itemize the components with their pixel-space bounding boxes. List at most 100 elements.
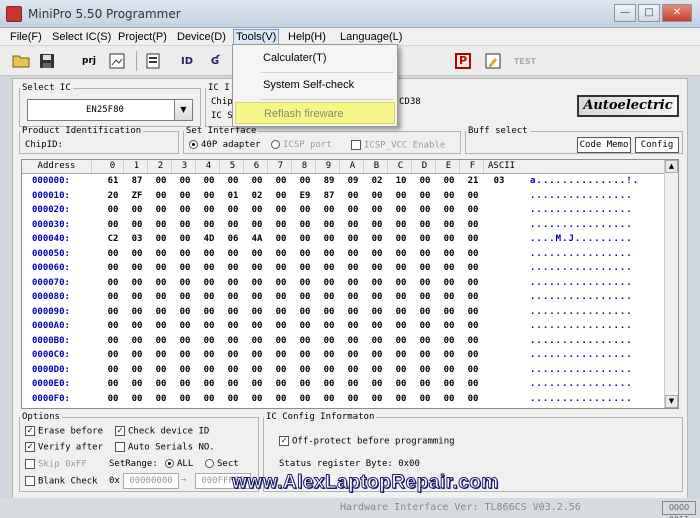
- hex-byte[interactable]: 00: [150, 234, 172, 244]
- hex-byte[interactable]: 00: [270, 249, 292, 259]
- hex-byte[interactable]: 00: [342, 234, 364, 244]
- hex-byte[interactable]: 00: [366, 205, 388, 215]
- radio-sect[interactable]: Sect: [205, 459, 239, 469]
- hex-byte[interactable]: 00: [414, 307, 436, 317]
- hex-byte[interactable]: 00: [198, 307, 220, 317]
- hex-byte[interactable]: 00: [222, 292, 244, 302]
- hex-byte[interactable]: 00: [438, 336, 460, 346]
- hex-byte[interactable]: 00: [462, 336, 484, 346]
- hex-byte[interactable]: 00: [414, 350, 436, 360]
- hex-byte[interactable]: 00: [150, 394, 172, 404]
- hex-byte[interactable]: 00: [150, 249, 172, 259]
- hex-byte[interactable]: 00: [342, 379, 364, 389]
- skip-0xff-checkbox[interactable]: Skip 0xFF: [25, 459, 87, 470]
- hex-byte[interactable]: 00: [102, 263, 124, 273]
- hex-byte[interactable]: 00: [390, 278, 412, 288]
- hex-byte[interactable]: 03: [126, 234, 148, 244]
- hex-byte[interactable]: ZF: [126, 191, 148, 201]
- hex-byte[interactable]: 00: [366, 336, 388, 346]
- radio-icsp-port[interactable]: ICSP port: [271, 140, 332, 150]
- test-icon[interactable]: TEST: [512, 51, 538, 71]
- hex-byte[interactable]: 10: [390, 176, 412, 186]
- hex-byte[interactable]: C2: [102, 234, 124, 244]
- hex-byte[interactable]: 00: [270, 321, 292, 331]
- hex-byte[interactable]: 00: [342, 205, 364, 215]
- hex-byte[interactable]: 00: [198, 191, 220, 201]
- hex-byte[interactable]: 61: [102, 176, 124, 186]
- blank-check-checkbox[interactable]: Blank Check: [25, 476, 98, 487]
- hex-byte[interactable]: 00: [462, 278, 484, 288]
- hex-byte[interactable]: 00: [126, 379, 148, 389]
- hex-byte[interactable]: 00: [366, 220, 388, 230]
- save-project-icon[interactable]: [106, 51, 128, 71]
- hex-byte[interactable]: 00: [318, 220, 340, 230]
- code-memo-button[interactable]: Code Memo: [577, 137, 631, 153]
- erase-before-checkbox[interactable]: ✓ Erase before: [25, 426, 103, 437]
- hex-byte[interactable]: 00: [102, 205, 124, 215]
- menu-item-reflash-fireware[interactable]: Reflash fireware: [235, 102, 395, 124]
- hex-byte[interactable]: 00: [342, 307, 364, 317]
- hex-byte[interactable]: 00: [414, 234, 436, 244]
- hex-byte[interactable]: 00: [438, 234, 460, 244]
- hex-byte[interactable]: 00: [150, 292, 172, 302]
- hex-byte[interactable]: 00: [150, 176, 172, 186]
- hex-byte[interactable]: 21: [462, 176, 484, 186]
- scroll-up-icon[interactable]: ▲: [665, 160, 678, 173]
- hex-byte[interactable]: 00: [438, 263, 460, 273]
- hex-byte[interactable]: 00: [342, 321, 364, 331]
- hex-byte[interactable]: 00: [102, 394, 124, 404]
- hex-byte[interactable]: 00: [366, 278, 388, 288]
- hex-byte[interactable]: 00: [294, 220, 316, 230]
- hex-byte[interactable]: 00: [366, 234, 388, 244]
- hex-byte[interactable]: 00: [222, 379, 244, 389]
- hex-row[interactable]: 000070: 00 00 00 00 00 00 00 00 00 00 00 00 00 00 00 00.…: [22, 277, 678, 292]
- hex-byte[interactable]: 00: [390, 249, 412, 259]
- program-icon[interactable]: P: [452, 51, 474, 71]
- hex-byte[interactable]: 00: [270, 263, 292, 273]
- hex-byte[interactable]: 00: [150, 205, 172, 215]
- hex-byte[interactable]: 00: [390, 336, 412, 346]
- hex-byte[interactable]: 00: [390, 292, 412, 302]
- hex-byte[interactable]: 00: [126, 292, 148, 302]
- hex-byte[interactable]: 00: [150, 191, 172, 201]
- hex-byte[interactable]: 00: [102, 220, 124, 230]
- menu-device[interactable]: Device(D): [175, 29, 228, 45]
- hex-row[interactable]: 000060: 00 00 00 00 00 00 00 00 00 00 00 00 00 00 00 00.…: [22, 262, 678, 277]
- hex-byte[interactable]: 00: [390, 350, 412, 360]
- hex-byte[interactable]: 00: [294, 350, 316, 360]
- hex-byte[interactable]: 00: [390, 220, 412, 230]
- hex-byte[interactable]: 00: [390, 263, 412, 273]
- hex-byte[interactable]: 00: [198, 205, 220, 215]
- hex-byte[interactable]: 00: [222, 278, 244, 288]
- hex-byte[interactable]: 00: [198, 278, 220, 288]
- hex-byte[interactable]: 00: [102, 249, 124, 259]
- hex-byte[interactable]: 00: [366, 365, 388, 375]
- hex-byte[interactable]: 00: [270, 336, 292, 346]
- hex-byte[interactable]: 00: [102, 350, 124, 360]
- hex-byte[interactable]: 00: [462, 191, 484, 201]
- hex-byte[interactable]: 00: [174, 191, 196, 201]
- hex-byte[interactable]: 00: [246, 176, 268, 186]
- hex-byte[interactable]: 00: [294, 379, 316, 389]
- hex-byte[interactable]: 00: [366, 394, 388, 404]
- hex-byte[interactable]: 00: [318, 394, 340, 404]
- verify-after-checkbox[interactable]: ✓ Verify after: [25, 442, 103, 453]
- hex-byte[interactable]: 00: [270, 191, 292, 201]
- checkbox-icsp-vcc[interactable]: ICSP_VCC Enable: [351, 140, 445, 151]
- hex-byte[interactable]: 00: [270, 394, 292, 404]
- hex-byte[interactable]: 00: [318, 350, 340, 360]
- hex-byte[interactable]: 00: [246, 278, 268, 288]
- off-protect-checkbox[interactable]: ✓ Off-protect before programming: [279, 436, 455, 447]
- hex-byte[interactable]: 00: [390, 234, 412, 244]
- hex-byte[interactable]: 00: [126, 263, 148, 273]
- hex-byte[interactable]: 00: [462, 234, 484, 244]
- hex-byte[interactable]: 00: [246, 379, 268, 389]
- hex-byte[interactable]: 00: [438, 278, 460, 288]
- hex-row[interactable]: 0000C0: 00 00 00 00 00 00 00 00 00 00 00 00 00 00 00 00.…: [22, 349, 678, 364]
- hex-byte[interactable]: 00: [102, 336, 124, 346]
- hex-byte[interactable]: 00: [126, 205, 148, 215]
- hex-byte[interactable]: 00: [318, 205, 340, 215]
- hex-byte[interactable]: 00: [462, 220, 484, 230]
- hex-byte[interactable]: 00: [150, 336, 172, 346]
- hex-byte[interactable]: 02: [246, 191, 268, 201]
